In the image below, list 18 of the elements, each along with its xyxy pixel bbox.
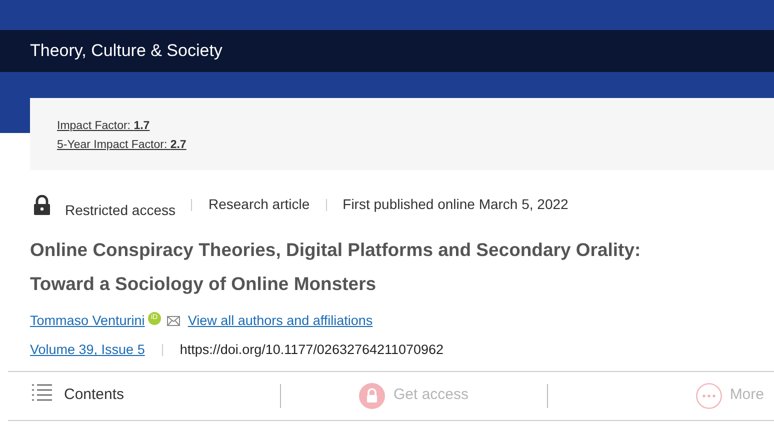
contents-button[interactable]: Contents [8, 372, 280, 420]
envelope-icon[interactable] [166, 316, 180, 326]
impact-factor-link[interactable]: 5-Year Impact Factor: 2.7 [57, 137, 186, 154]
journal-title[interactable]: Theory, Culture & Society [30, 38, 222, 64]
list-icon [32, 382, 52, 400]
publication-date: First published online March 5, 2022 [342, 195, 568, 214]
lock-icon [32, 195, 52, 215]
impact-factor-link[interactable]: Impact Factor: 1.7 [57, 118, 150, 135]
view-authors-link[interactable]: View all authors and affiliations [188, 311, 373, 332]
doi-text: https://doi.org/10.1177/02632764211070962 [180, 341, 444, 360]
author-link[interactable]: Tommaso Venturini [30, 311, 145, 332]
access-label: Restricted access [65, 201, 176, 220]
issue-link[interactable]: Volume 39, Issue 5 [30, 340, 145, 360]
article-title: Online Conspiracy Theories, Digital Platforms and Secondary Orality: [30, 238, 642, 262]
article-type: Research article [208, 195, 310, 214]
article-title: Toward a Sociology of Online Monsters [30, 272, 378, 296]
more-icon [696, 382, 722, 408]
lock-icon [359, 382, 386, 408]
